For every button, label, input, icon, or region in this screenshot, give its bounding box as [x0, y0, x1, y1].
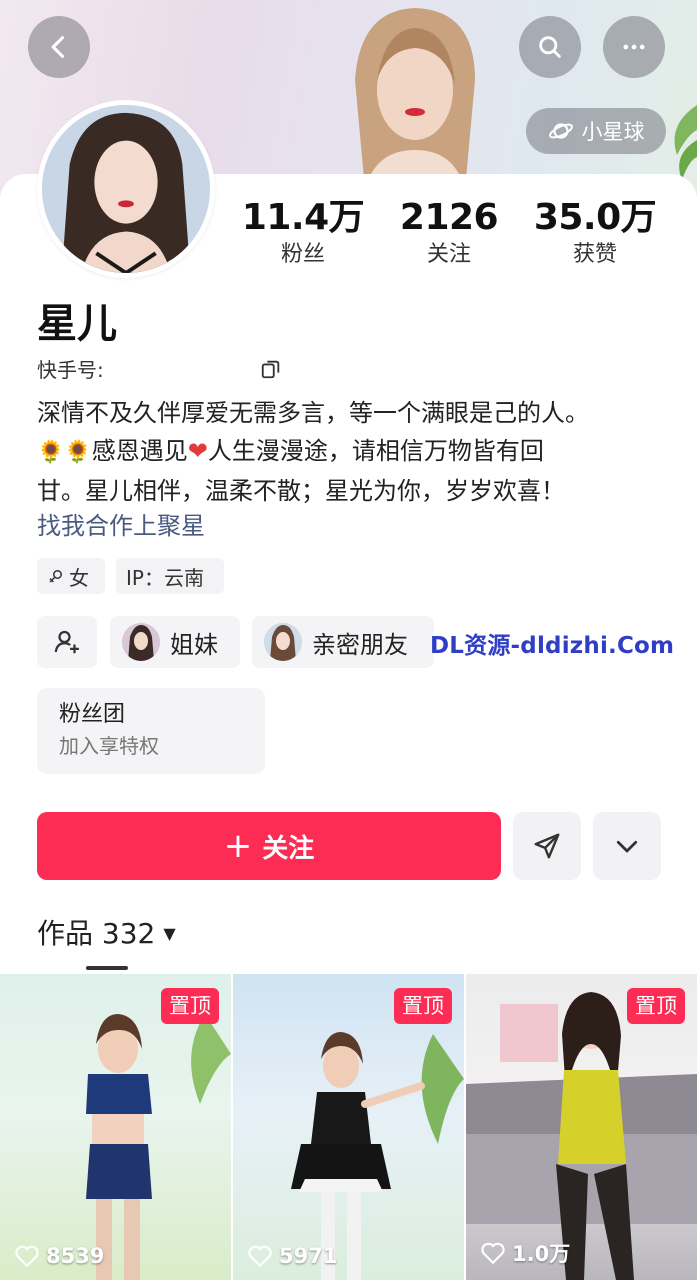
- follow-button[interactable]: + 关注: [37, 812, 501, 880]
- fans-label: 粉丝: [280, 242, 325, 267]
- works-grid: 置顶 8539 置顶 5971 置顶 1.0万: [0, 974, 697, 1280]
- heart-icon: [481, 1242, 505, 1265]
- gender-tag: 女: [37, 558, 105, 594]
- relation-close-friend[interactable]: 亲密朋友: [252, 616, 434, 668]
- likes-count-2: 5971: [279, 1244, 338, 1268]
- tile-likes: 5971: [247, 1244, 337, 1268]
- likes-count-1: 8539: [46, 1244, 105, 1268]
- planet-chip-label: 小星球: [581, 120, 645, 144]
- sunflower-emoji: 🌻🌻: [37, 440, 92, 465]
- bio-line-2-a: 感恩遇见: [91, 437, 188, 465]
- expand-button[interactable]: [593, 812, 661, 880]
- works-tab[interactable]: 作品 332 ▼: [37, 912, 176, 956]
- planet-chip[interactable]: 小星球: [526, 108, 666, 154]
- work-tile[interactable]: 置顶 8539: [0, 974, 231, 1280]
- work-tile[interactable]: 置顶 1.0万: [466, 974, 697, 1280]
- stat-fans[interactable]: 11.4万 粉丝: [228, 196, 378, 270]
- fan-club-title: 粉丝团: [59, 702, 126, 727]
- banner-photo: [355, 8, 475, 190]
- heart-icon: [15, 1245, 39, 1268]
- pinned-badge: 置顶: [161, 988, 219, 1024]
- tile-likes: 8539: [14, 1244, 104, 1268]
- add-friend-button[interactable]: [37, 616, 97, 668]
- heart-emoji: ❤: [187, 437, 208, 465]
- plus-icon: +: [223, 826, 253, 866]
- bio-line-1: 深情不及久伴厚爱无需多言，等一个满眼是己的人。: [37, 399, 589, 427]
- close-friend-label: 亲密朋友: [312, 630, 408, 659]
- heart-icon: [248, 1245, 272, 1268]
- kuaishou-id-label: 快手号:: [37, 358, 104, 382]
- female-icon: [49, 570, 62, 583]
- share-button[interactable]: [513, 812, 581, 880]
- pinned-badge: 置顶: [394, 988, 452, 1024]
- fans-count: 11.4万: [241, 197, 365, 238]
- bio: 深情不及久伴厚爱无需多言，等一个满眼是己的人。 🌻🌻感恩遇见❤人生漫漫途，请相信…: [37, 394, 667, 510]
- cooperation-link[interactable]: 找我合作上聚星: [37, 508, 205, 544]
- more-dots-icon: [623, 44, 645, 50]
- caret-down-icon: ▼: [163, 924, 176, 943]
- fan-club-card[interactable]: 粉丝团 加入享特权: [37, 688, 265, 774]
- copy-icon[interactable]: [260, 358, 282, 380]
- stat-likes[interactable]: 35.0万 获赞: [520, 196, 670, 270]
- likes-label: 获赞: [572, 242, 617, 267]
- work-tile[interactable]: 置顶 5971: [233, 974, 464, 1280]
- close-friend-avatar: [264, 623, 302, 661]
- sister-label: 姐妹: [170, 630, 218, 659]
- fan-club-subtitle: 加入享特权: [59, 734, 159, 758]
- ip-tag: IP：云南: [116, 558, 224, 594]
- search-button[interactable]: [519, 16, 581, 78]
- following-count: 2126: [399, 197, 499, 238]
- likes-count-3: 1.0万: [512, 1242, 571, 1266]
- back-arrow-icon: [51, 36, 65, 58]
- bio-line-3: 甘。星儿相伴，温柔不散；星光为你，岁岁欢喜！: [37, 477, 565, 505]
- stat-following[interactable]: 2126 关注: [374, 196, 524, 270]
- planet-icon: [548, 123, 573, 139]
- pinned-badge: 置顶: [627, 988, 685, 1024]
- more-button[interactable]: [603, 16, 665, 78]
- stats-row: 11.4万 粉丝 2126 关注 35.0万 获赞: [0, 196, 697, 276]
- add-person-icon: [54, 630, 79, 654]
- following-label: 关注: [426, 242, 471, 267]
- gender-label: 女: [69, 565, 89, 590]
- works-tab-label: 作品 332: [37, 917, 156, 950]
- search-icon: [539, 36, 561, 58]
- relation-sister[interactable]: 姐妹: [110, 616, 240, 668]
- bio-line-2: 🌻🌻感恩遇见❤人生漫漫途，请相信万物皆有回: [37, 432, 667, 472]
- ip-label: IP：云南: [126, 565, 204, 590]
- send-icon: [534, 833, 560, 859]
- brand-watermark: DL资源-dldizhi.Com: [430, 633, 675, 659]
- back-button[interactable]: [28, 16, 90, 78]
- follow-label: 关注: [262, 833, 315, 864]
- chevron-down-icon: [616, 840, 638, 853]
- sister-avatar: [122, 623, 160, 661]
- tile-likes: 1.0万: [480, 1238, 570, 1268]
- works-tab-indicator: [86, 966, 128, 970]
- profile-name: 星儿: [37, 301, 117, 347]
- likes-count: 35.0万: [533, 197, 657, 238]
- bio-line-2-b: 人生漫漫途，请相信万物皆有回: [207, 437, 544, 465]
